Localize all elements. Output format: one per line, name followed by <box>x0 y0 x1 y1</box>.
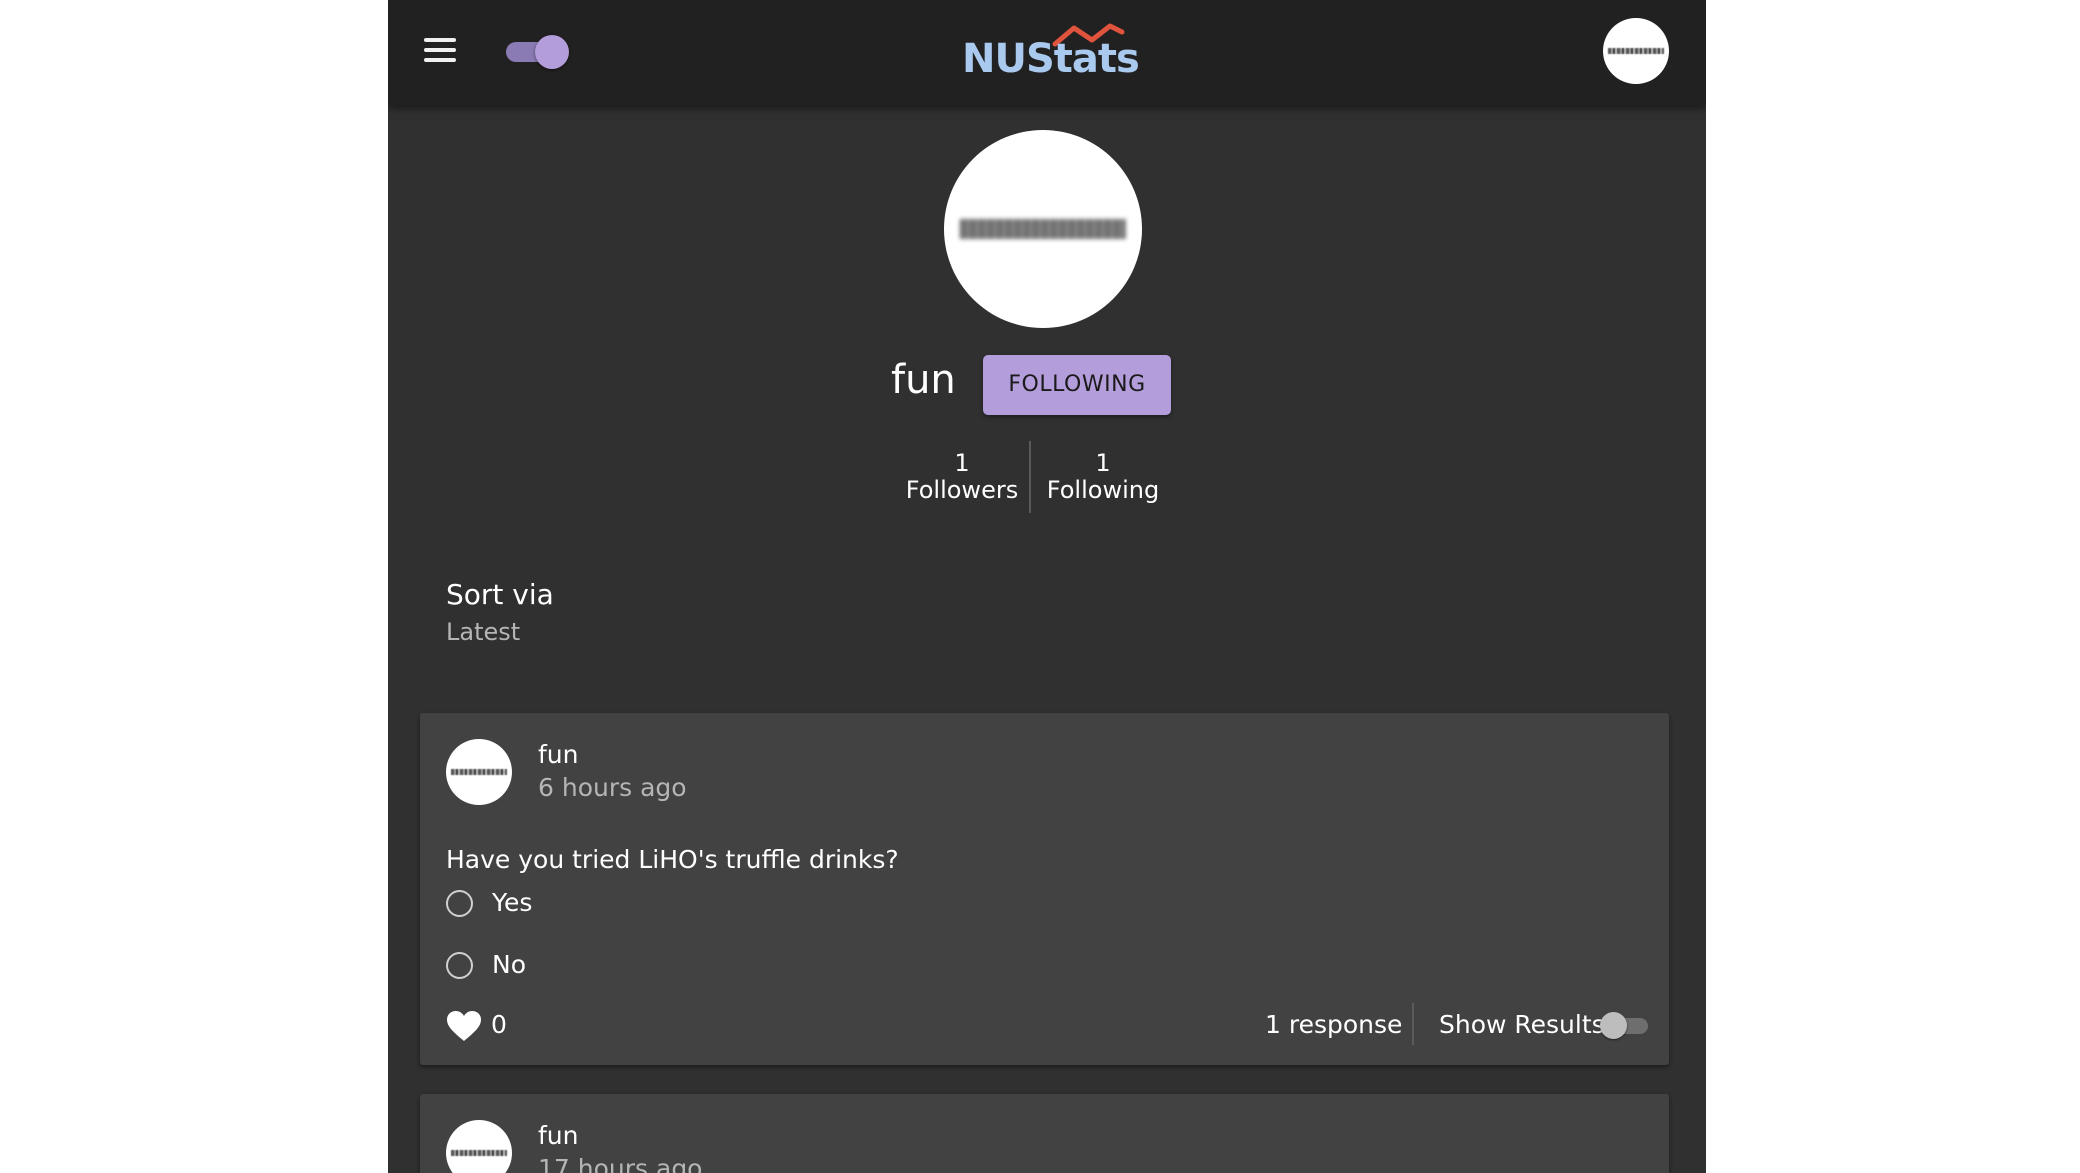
poll-card: fun 17 hours ago <box>420 1094 1669 1173</box>
app-bar: NUStats <box>388 0 1706 105</box>
nustats-logo[interactable]: NUStats <box>962 22 1140 84</box>
post-timestamp: 6 hours ago <box>538 773 687 802</box>
account-avatar[interactable] <box>1603 18 1669 84</box>
profile-username: fun <box>891 357 956 403</box>
heart-icon[interactable] <box>446 1010 482 1042</box>
show-results-label: Show Results <box>1439 1010 1605 1039</box>
hamburger-menu-icon[interactable] <box>424 36 456 64</box>
dark-mode-toggle-thumb <box>535 35 569 69</box>
following-count: 1 <box>1095 449 1111 477</box>
following-label: Following <box>1046 476 1160 504</box>
logo-text: NUStats <box>962 36 1140 82</box>
radio-button-icon[interactable] <box>446 890 473 917</box>
show-results-toggle-thumb <box>1600 1012 1627 1039</box>
sort-label: Sort via <box>446 578 554 611</box>
followers-stat[interactable]: 1 Followers <box>902 450 1022 504</box>
radio-button-icon[interactable] <box>446 952 473 979</box>
post-avatar-image <box>451 769 507 775</box>
response-count: 1 response <box>1265 1010 1403 1039</box>
avatar-image <box>1608 48 1664 54</box>
profile-avatar <box>944 130 1142 328</box>
footer-divider <box>1412 1003 1414 1045</box>
post-author[interactable]: fun <box>538 740 579 769</box>
app-frame: NUStats fun FOLLOWING 1 Followers 1 Foll… <box>388 0 1706 1173</box>
followers-label: Followers <box>905 476 1019 504</box>
dark-mode-toggle[interactable] <box>506 34 570 69</box>
moon-icon <box>598 30 614 62</box>
poll-option-label: No <box>492 950 526 979</box>
post-author-avatar[interactable] <box>446 739 512 805</box>
sort-select[interactable]: Latest <box>446 618 520 646</box>
post-author-avatar[interactable] <box>446 1120 512 1173</box>
following-button[interactable]: FOLLOWING <box>983 355 1171 415</box>
poll-card: fun 6 hours ago Have you tried LiHO's tr… <box>420 713 1669 1065</box>
poll-question: Have you tried LiHO's truffle drinks? <box>446 845 899 874</box>
followers-count: 1 <box>954 449 970 477</box>
profile-avatar-image <box>959 219 1127 239</box>
following-stat[interactable]: 1 Following <box>1040 450 1166 504</box>
show-results-toggle[interactable] <box>1600 1011 1650 1039</box>
post-avatar-image <box>451 1150 507 1156</box>
post-author[interactable]: fun <box>538 1121 579 1150</box>
like-count: 0 <box>491 1010 507 1039</box>
post-timestamp: 17 hours ago <box>538 1154 703 1173</box>
stats-divider <box>1029 441 1031 513</box>
poll-option-label: Yes <box>492 888 533 917</box>
